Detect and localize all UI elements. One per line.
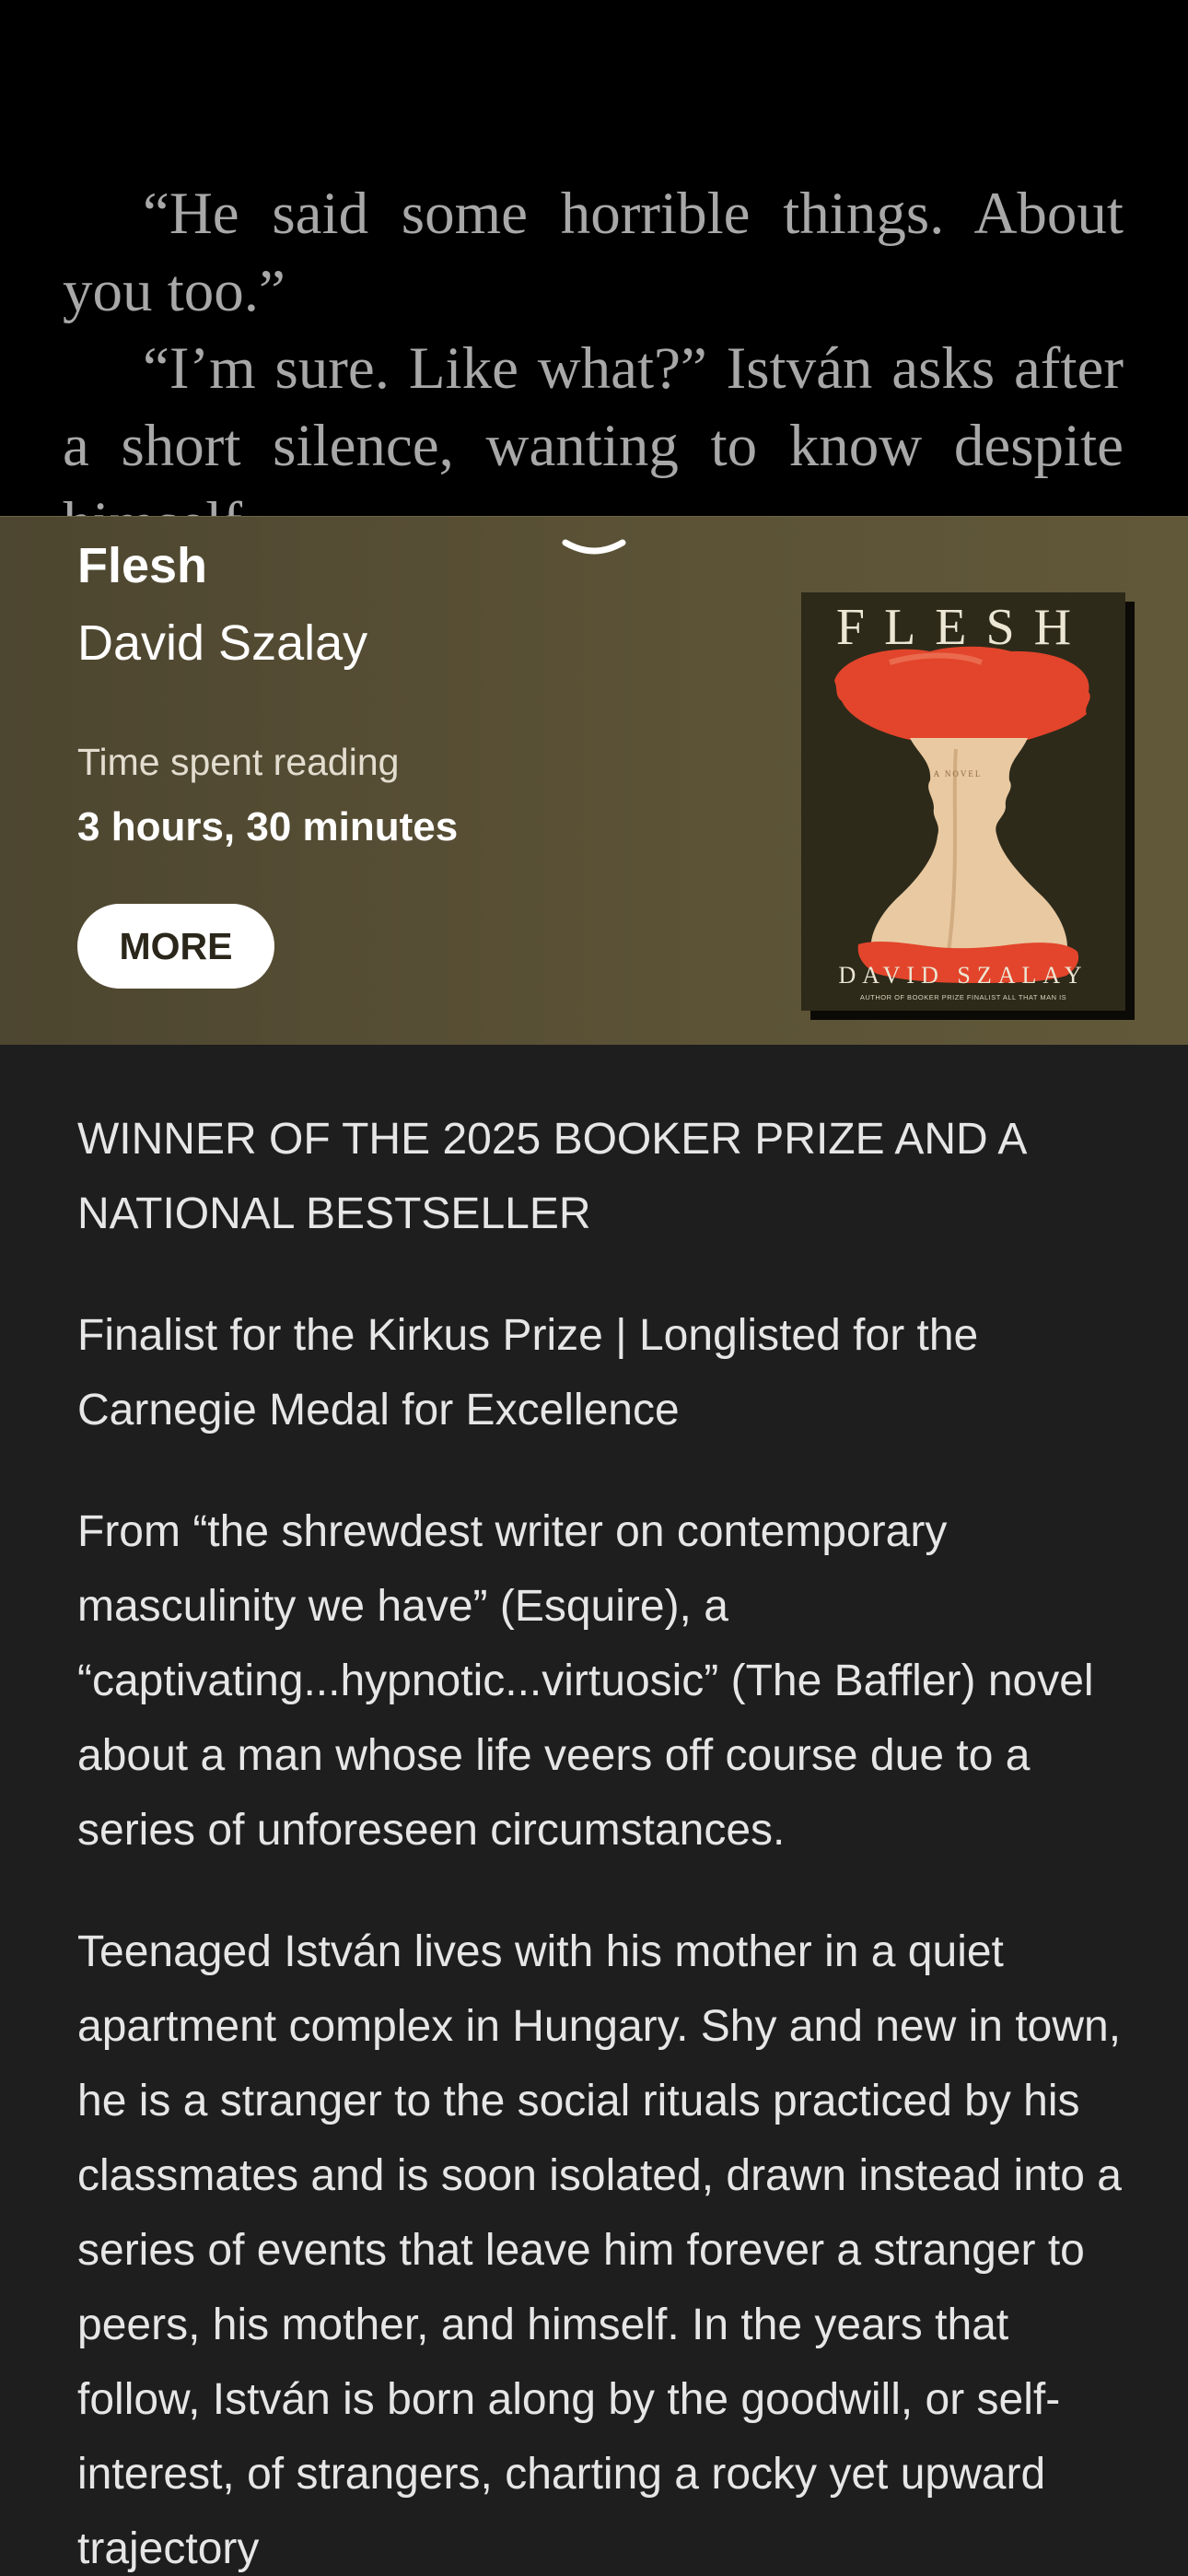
description-body: WINNER OF THE 2025 BOOKER PRIZE AND A NA… xyxy=(77,1102,1127,2576)
description-paragraph: Finalist for the Kirkus Prize | Longlist… xyxy=(77,1311,979,1434)
description-paragraph: WINNER OF THE 2025 BOOKER PRIZE AND A NA… xyxy=(77,1115,1025,1238)
reader-page: “He said some horrible things. About you… xyxy=(0,0,1188,516)
book-description: WINNER OF THE 2025 BOOKER PRIZE AND A NA… xyxy=(0,1045,1188,2576)
book-cover[interactable]: FLESH A NOVEL DAVID SZALAY AUTHOR OF BOO… xyxy=(801,592,1125,1011)
reader-text: “He said some horrible things. About you… xyxy=(63,175,1124,516)
book-info-panel: Flesh David Szalay Time spent reading 3 … xyxy=(0,516,1188,1046)
description-paragraph: From “the shrewdest writer on contempora… xyxy=(77,1507,1094,1855)
cover-apple-top xyxy=(834,646,1090,740)
description-paragraph: Teenaged István lives with his mother in… xyxy=(77,1927,1122,2573)
chevron-down-icon[interactable] xyxy=(562,535,626,563)
cover-author: DAVID SZALAY xyxy=(838,962,1088,989)
cover-tagline: AUTHOR OF BOOKER PRIZE FINALIST ALL THAT… xyxy=(860,993,1066,1001)
cover-subtitle: A NOVEL xyxy=(934,769,983,779)
time-spent-label: Time spent reading xyxy=(77,741,400,783)
more-button[interactable]: MORE xyxy=(77,904,274,989)
book-author: David Szalay xyxy=(77,615,368,671)
time-spent-value: 3 hours, 30 minutes xyxy=(77,804,459,849)
reader-paragraph-1: “He said some horrible things. About you… xyxy=(63,181,1124,324)
reader-paragraph-2: “I’m sure. Like what?” István asks after… xyxy=(63,335,1124,516)
book-title: Flesh xyxy=(77,538,208,593)
